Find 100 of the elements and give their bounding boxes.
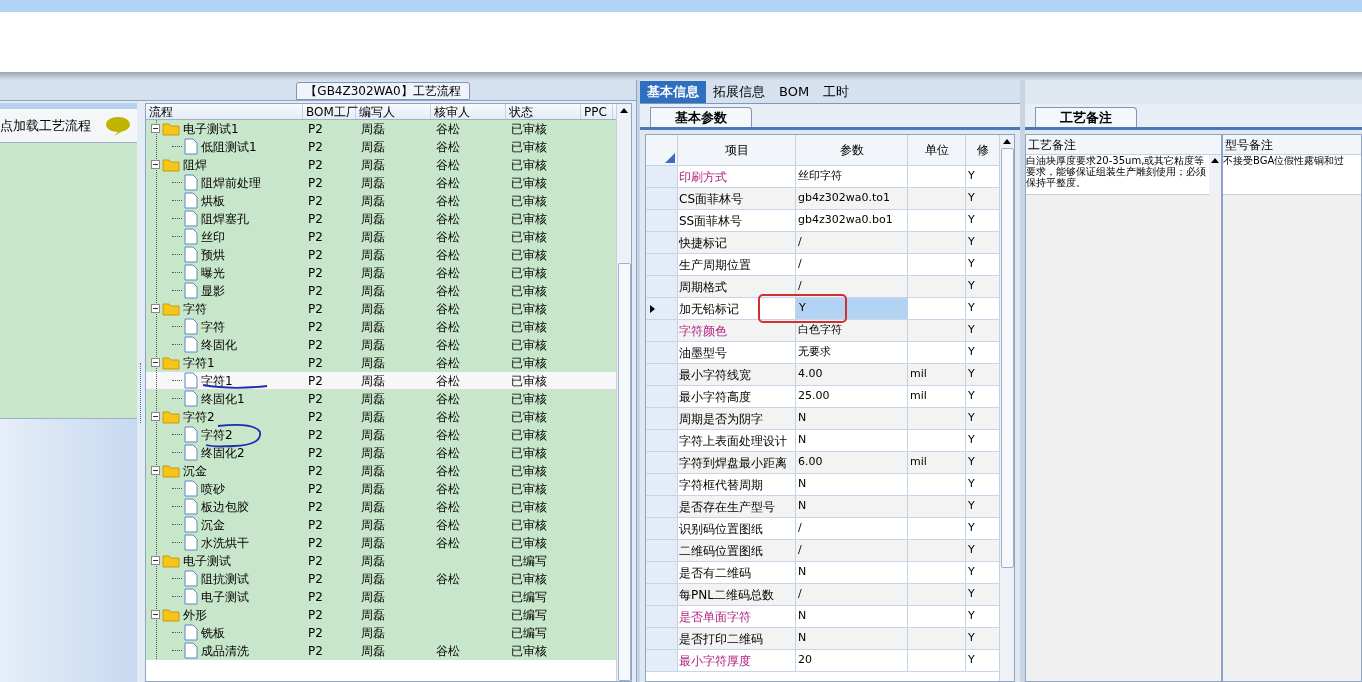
- tree-row[interactable]: 阻抗测试 P2 周磊 谷松 已审核: [146, 570, 616, 588]
- parameter-value[interactable]: N: [798, 498, 807, 515]
- modified-value: Y: [968, 190, 975, 207]
- collapse-toggle[interactable]: [151, 358, 160, 367]
- tree-row[interactable]: 阻焊塞孔 P2 周磊 谷松 已审核: [146, 210, 616, 228]
- parameter-value[interactable]: N: [798, 432, 807, 449]
- parameter-value[interactable]: /: [798, 234, 802, 251]
- tree-row[interactable]: 板边包胶 P2 周磊 谷松 已审核: [146, 498, 616, 516]
- column-header[interactable]: 型号备注: [1223, 135, 1361, 155]
- row-header[interactable]: [646, 298, 678, 319]
- tab[interactable]: 工时: [816, 81, 857, 103]
- tree-row[interactable]: 丝印 P2 周磊 谷松 已审核: [146, 228, 616, 246]
- column-header[interactable]: 单位: [908, 135, 966, 165]
- tree-row[interactable]: 阻焊 P2 周磊 谷松 已审核: [146, 156, 616, 174]
- tree-row[interactable]: 喷砂 P2 周磊 谷松 已审核: [146, 480, 616, 498]
- table-cell: 谷松: [436, 391, 460, 406]
- parameter-name: SS面菲林号: [678, 210, 796, 231]
- table-cell: P2: [308, 517, 323, 532]
- subtab[interactable]: 工艺备注: [1035, 107, 1137, 127]
- tree-row[interactable]: 成品清洗 P2 周磊 谷松 已审核: [146, 642, 616, 660]
- tree-row[interactable]: 曝光 P2 周磊 谷松 已审核: [146, 264, 616, 282]
- table-cell: 已审核: [511, 535, 547, 550]
- tree-row[interactable]: 终固化1 P2 周磊 谷松 已审核: [146, 390, 616, 408]
- parameter-value[interactable]: /: [798, 542, 802, 559]
- parameter-value[interactable]: /: [798, 278, 802, 295]
- collapse-toggle[interactable]: [151, 556, 160, 565]
- subtab[interactable]: 基本参数: [650, 107, 752, 127]
- table-cell: 周磊: [361, 427, 385, 442]
- parameter-name: 字符到焊盘最小距离: [678, 452, 796, 473]
- parameter-value[interactable]: N: [798, 630, 807, 647]
- column-header[interactable]: BOM工厂: [303, 104, 356, 119]
- table-cell: 已审核: [511, 571, 547, 586]
- splitter-handle[interactable]: [140, 362, 142, 423]
- parameter-value[interactable]: 20: [798, 652, 812, 669]
- column-header[interactable]: 流程: [146, 104, 303, 119]
- parameter-value[interactable]: gb4z302wa0.bo1: [798, 212, 893, 229]
- tree-row[interactable]: 字符 P2 周磊 谷松 已审核: [146, 300, 616, 318]
- table-cell: 已审核: [511, 355, 547, 370]
- tree-label: 阻焊前处理: [201, 174, 261, 192]
- parameter-value[interactable]: gb4z302wa0.to1: [798, 190, 890, 207]
- tree-row[interactable]: 电子测试 P2 周磊 已编写: [146, 588, 616, 606]
- tree-row[interactable]: 沉金 P2 周磊 谷松 已审核: [146, 462, 616, 480]
- tree-row[interactable]: 阻焊前处理 P2 周磊 谷松 已审核: [146, 174, 616, 192]
- parameter-value[interactable]: /: [798, 256, 802, 273]
- tree-row[interactable]: 电子测试 P2 周磊 已编写: [146, 552, 616, 570]
- column-header[interactable]: 核审人: [431, 104, 506, 119]
- table-cell: P2: [308, 535, 323, 550]
- tree-row[interactable]: 电子测试1 P2 周磊 谷松 已审核: [146, 120, 616, 138]
- tree-row[interactable]: 字符 P2 周磊 谷松 已审核: [146, 318, 616, 336]
- tab[interactable]: 拓展信息: [706, 81, 772, 103]
- parameter-value[interactable]: 丝印字符: [798, 168, 842, 185]
- column-header[interactable]: 项目: [678, 135, 796, 165]
- parameter-value[interactable]: 白色字符: [798, 322, 842, 339]
- tree-label: 板边包胶: [201, 498, 249, 516]
- column-header[interactable]: 状态: [506, 104, 581, 119]
- tree-row[interactable]: 水洗烘干 P2 周磊 谷松 已审核: [146, 534, 616, 552]
- collapse-toggle[interactable]: [151, 160, 160, 169]
- parameter-value[interactable]: /: [798, 586, 802, 603]
- collapse-toggle[interactable]: [151, 304, 160, 313]
- scrollbar[interactable]: [999, 135, 1014, 681]
- parameter-value[interactable]: N: [798, 410, 807, 427]
- parameter-value[interactable]: 无要求: [798, 344, 831, 361]
- column-header[interactable]: 参数: [796, 135, 908, 165]
- tree-row[interactable]: 外形 P2 周磊 已编写: [146, 606, 616, 624]
- parameter-value[interactable]: /: [798, 520, 802, 537]
- tree-row[interactable]: 字符2 P2 周磊 谷松 已审核: [146, 426, 616, 444]
- tab[interactable]: 基本信息: [640, 81, 706, 103]
- tree-row[interactable]: 预烘 P2 周磊 谷松 已审核: [146, 246, 616, 264]
- table-cell: 谷松: [436, 211, 460, 226]
- parameter-value[interactable]: 25.00: [798, 388, 830, 405]
- splitter-bar[interactable]: [0, 72, 1362, 80]
- parameter-value[interactable]: Y: [799, 300, 806, 317]
- tree-row[interactable]: 铣板 P2 周磊 已编写: [146, 624, 616, 642]
- parameter-value[interactable]: 4.00: [798, 366, 823, 383]
- table-cell: 已审核: [511, 337, 547, 352]
- tree-row[interactable]: 烘板 P2 周磊 谷松 已审核: [146, 192, 616, 210]
- scrollbar[interactable]: [1209, 155, 1221, 195]
- tree-row[interactable]: 终固化 P2 周磊 谷松 已审核: [146, 336, 616, 354]
- tree-row[interactable]: 字符2 P2 周磊 谷松 已审核: [146, 408, 616, 426]
- parameter-value[interactable]: N: [798, 476, 807, 493]
- collapse-toggle[interactable]: [151, 466, 160, 475]
- parameter-value[interactable]: 6.00: [798, 454, 823, 471]
- parameter-value[interactable]: N: [798, 608, 807, 625]
- tree-row[interactable]: 终固化2 P2 周磊 谷松 已审核: [146, 444, 616, 462]
- column-header[interactable]: PPC: [581, 104, 613, 119]
- parameter-value[interactable]: N: [798, 564, 807, 581]
- tree-row[interactable]: 低阻测试1 P2 周磊 谷松 已审核: [146, 138, 616, 156]
- tree-row[interactable]: 显影 P2 周磊 谷松 已审核: [146, 282, 616, 300]
- scroll-up-icon[interactable]: [620, 108, 628, 113]
- collapse-toggle[interactable]: [151, 610, 160, 619]
- collapse-toggle[interactable]: [151, 124, 160, 133]
- parameter-name: 字符上表面处理设计: [678, 430, 796, 451]
- table-cell: 谷松: [436, 499, 460, 514]
- tree-row[interactable]: 沉金 P2 周磊 谷松 已审核: [146, 516, 616, 534]
- tree-row[interactable]: 字符1 P2 周磊 谷松 已审核: [146, 354, 616, 372]
- tab[interactable]: BOM: [772, 81, 817, 103]
- scrollbar[interactable]: [616, 104, 631, 681]
- column-header[interactable]: 工艺备注: [1026, 135, 1221, 155]
- table-cell: 周磊: [361, 211, 385, 226]
- collapse-toggle[interactable]: [151, 412, 160, 421]
